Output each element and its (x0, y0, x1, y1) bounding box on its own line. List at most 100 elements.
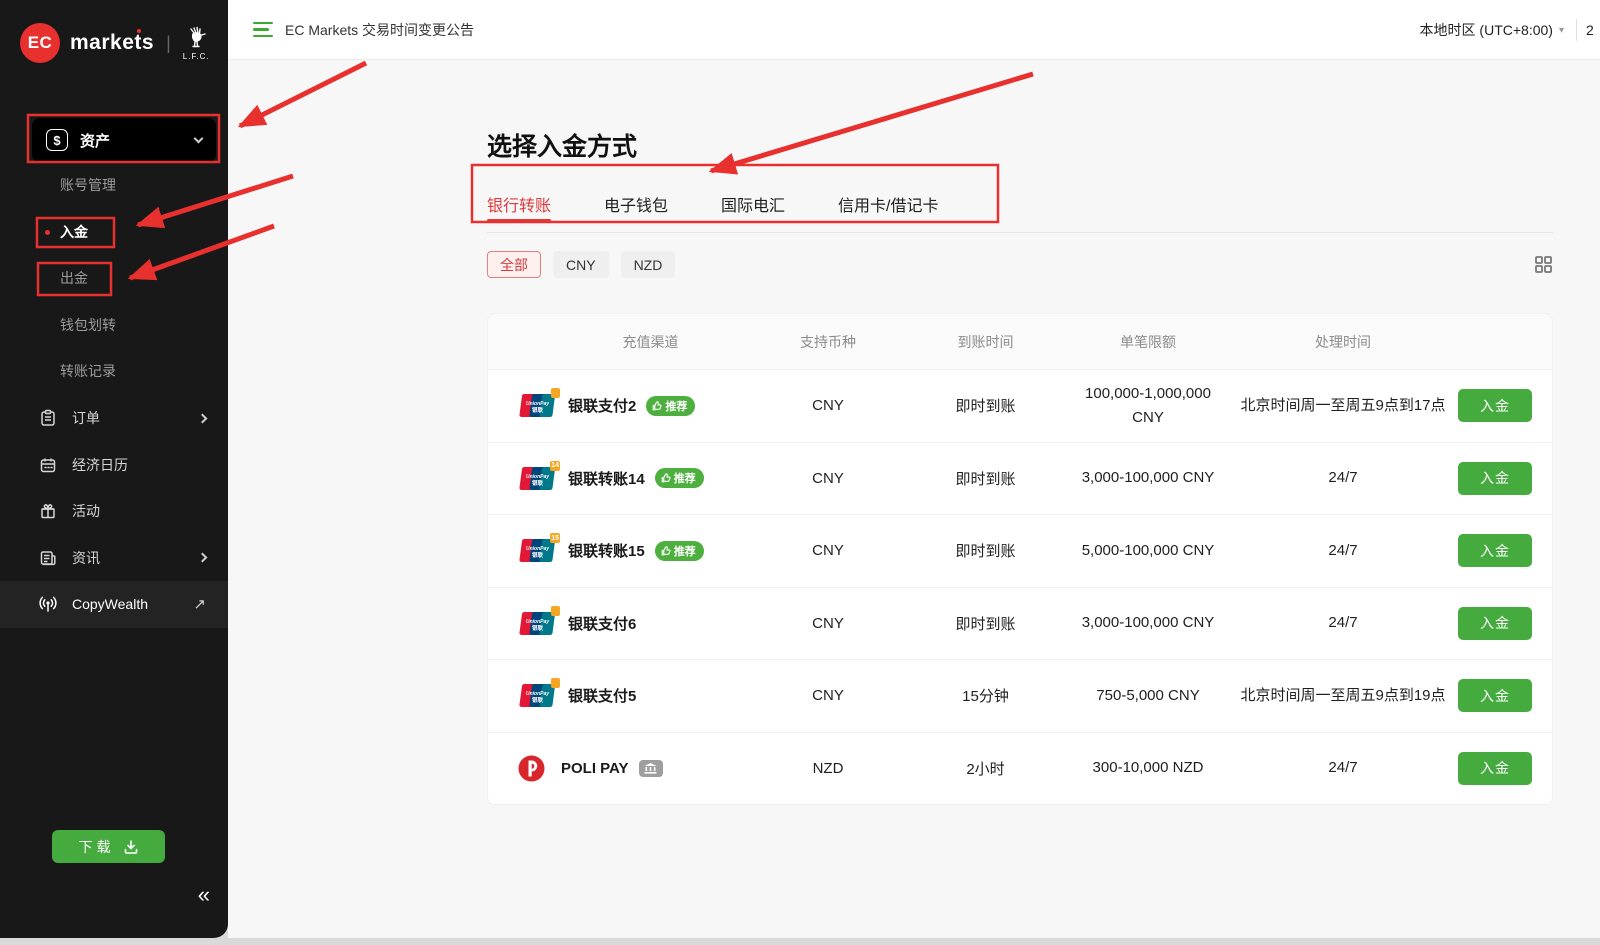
sidebar-nav: 订单 经济日历 活动 (0, 395, 228, 628)
sidebar-item-account-management[interactable]: 账号管理 (0, 162, 228, 209)
arrival-time-cell: 2小时 (903, 758, 1068, 779)
recommend-badge: 推荐 (655, 541, 704, 561)
liver-bird-icon (183, 25, 209, 51)
channel-cell: POLI PAY (488, 755, 753, 782)
channel-number-badge: 14 (550, 461, 560, 471)
action-cell: 入金 (1458, 389, 1553, 422)
filter-cny[interactable]: CNY (553, 251, 609, 278)
sidebar-item-activities[interactable]: 活动 (0, 488, 228, 535)
timezone-selector[interactable]: 本地时区 (UTC+8:00) (1420, 20, 1553, 40)
topbar-right: 本地时区 (UTC+8:00) ▾ 2 (1420, 0, 1600, 59)
topbar-divider (1576, 19, 1577, 41)
channel-number-badge (551, 388, 560, 398)
action-cell: 入金 (1458, 462, 1553, 495)
channel-cell: UnionPay 银联 15 银联转账15 推荐 (488, 537, 753, 564)
svg-text:UnionPay: UnionPay (526, 546, 549, 552)
channel-name: 银联转账15 (568, 540, 645, 561)
channel-number-badge (551, 678, 560, 688)
channel-name: POLI PAY (561, 760, 629, 777)
channel-cell: UnionPay 银联 14 银联转账14 推荐 (488, 465, 753, 492)
processing-time-cell: 北京时间周一至周五9点到19点 (1228, 684, 1458, 708)
currency-cell: CNY (753, 542, 903, 559)
processing-time-cell: 24/7 (1228, 539, 1458, 563)
svg-text:UnionPay: UnionPay (526, 691, 549, 697)
arrival-time-cell: 即时到账 (903, 395, 1068, 416)
sidebar-item-wallet-transfer[interactable]: 钱包划转 (0, 302, 228, 349)
clipboard-icon (38, 408, 58, 428)
action-cell: 入金 (1458, 679, 1553, 712)
filter-all[interactable]: 全部 (487, 251, 541, 278)
unionpay-logo: UnionPay 银联 (518, 610, 558, 637)
channel-name: 银联支付2 (568, 395, 636, 416)
sidebar-item-orders[interactable]: 订单 (0, 395, 228, 442)
limit-cell: 3,000-100,000 CNY (1068, 466, 1228, 490)
dollar-icon: $ (46, 129, 68, 151)
deposit-row-button[interactable]: 入金 (1458, 752, 1532, 785)
col-header-limit: 单笔限额 (1068, 332, 1228, 352)
chevron-down-icon: ▾ (1559, 25, 1564, 36)
chevron-down-icon (194, 134, 204, 144)
processing-time-cell: 24/7 (1228, 611, 1458, 635)
sidebar-item-economic-calendar[interactable]: 经济日历 (0, 442, 228, 489)
deposit-row-button[interactable]: 入金 (1458, 462, 1532, 495)
svg-text:银联: 银联 (532, 551, 544, 559)
limit-cell: 3,000-100,000 CNY (1068, 611, 1228, 635)
clock-text: 2 (1586, 22, 1600, 38)
svg-text:银联: 银联 (532, 624, 544, 632)
processing-time-cell: 24/7 (1228, 756, 1458, 780)
deposit-row-button[interactable]: 入金 (1458, 679, 1532, 712)
unionpay-logo: UnionPay 银联 14 (518, 465, 558, 492)
page-title: 选择入金方式 (487, 127, 1553, 163)
currency-cell: CNY (753, 687, 903, 704)
thumbs-up-icon (661, 473, 671, 483)
topbar: EC Markets 交易时间变更公告 本地时区 (UTC+8:00) ▾ 2 (228, 0, 1600, 60)
poli-logo (518, 755, 545, 782)
sidebar-item-news[interactable]: 资讯 (0, 535, 228, 582)
tab-e-wallet[interactable]: 电子钱包 (604, 176, 668, 232)
currency-cell: CNY (753, 615, 903, 632)
lfc-logo: L.F.C. (183, 25, 210, 61)
table-row: UnionPay 银联 15 银联转账15 推荐 CNY 即时到账 5,000-… (488, 514, 1552, 587)
channel-cell: UnionPay 银联 银联支付2 推荐 (488, 392, 753, 419)
currency-cell: CNY (753, 470, 903, 487)
deposit-channels-table: 充值渠道 支持币种 到账时间 单笔限额 处理时间 UnionPay (487, 313, 1553, 805)
tab-international-wire[interactable]: 国际电汇 (721, 176, 785, 232)
filter-nzd[interactable]: NZD (621, 251, 676, 278)
limit-cell: 5,000-100,000 CNY (1068, 539, 1228, 563)
deposit-row-button[interactable]: 入金 (1458, 534, 1532, 567)
gift-icon (38, 501, 58, 521)
sidebar-item-assets[interactable]: $ 资产 (32, 118, 216, 162)
announcement-menu-icon[interactable] (253, 22, 273, 38)
sidebar-item-label: 资产 (80, 130, 195, 151)
tab-bank-transfer[interactable]: 银行转账 (487, 176, 551, 232)
download-button[interactable]: 下载 (52, 830, 165, 863)
table-row: POLI PAY NZD 2小时 300-10,000 NZD 24/7 入金 (488, 732, 1552, 805)
table-row: UnionPay 银联 14 银联转账14 推荐 CNY 即时到账 3,000-… (488, 442, 1552, 515)
sidebar-collapse-button[interactable]: « (198, 884, 210, 906)
sidebar-item-deposit[interactable]: 入金 (0, 209, 228, 256)
sidebar-item-withdraw[interactable]: 出金 (0, 255, 228, 302)
arrival-time-cell: 即时到账 (903, 540, 1068, 561)
chevron-right-icon (198, 413, 208, 423)
thumbs-up-icon (661, 546, 671, 556)
download-icon (123, 839, 139, 855)
svg-text:银联: 银联 (532, 479, 544, 487)
announcement-text[interactable]: EC Markets 交易时间变更公告 (285, 20, 474, 40)
bank-icon (644, 763, 657, 774)
sidebar-item-copywealth[interactable]: CopyWealth ↗ (0, 581, 228, 628)
app-window: EC markets | L.F.C. $ (0, 0, 1600, 938)
svg-text:UnionPay: UnionPay (526, 474, 549, 480)
currency-filters: 全部 CNY NZD (487, 251, 1553, 278)
thumbs-up-icon (652, 401, 662, 411)
deposit-row-button[interactable]: 入金 (1458, 607, 1532, 640)
brand: EC markets | L.F.C. (0, 0, 228, 70)
grid-view-icon[interactable] (1534, 255, 1553, 274)
recommend-badge: 推荐 (655, 468, 704, 488)
channel-name: 银联支付6 (568, 613, 636, 634)
tab-credit-debit-card[interactable]: 信用卡/借记卡 (838, 176, 938, 232)
unionpay-logo: UnionPay 银联 (518, 392, 558, 419)
processing-time-cell: 北京时间周一至周五9点到17点 (1228, 394, 1458, 418)
sidebar-item-transfer-records[interactable]: 转账记录 (0, 348, 228, 395)
external-link-icon: ↗ (193, 595, 206, 613)
deposit-row-button[interactable]: 入金 (1458, 389, 1532, 422)
